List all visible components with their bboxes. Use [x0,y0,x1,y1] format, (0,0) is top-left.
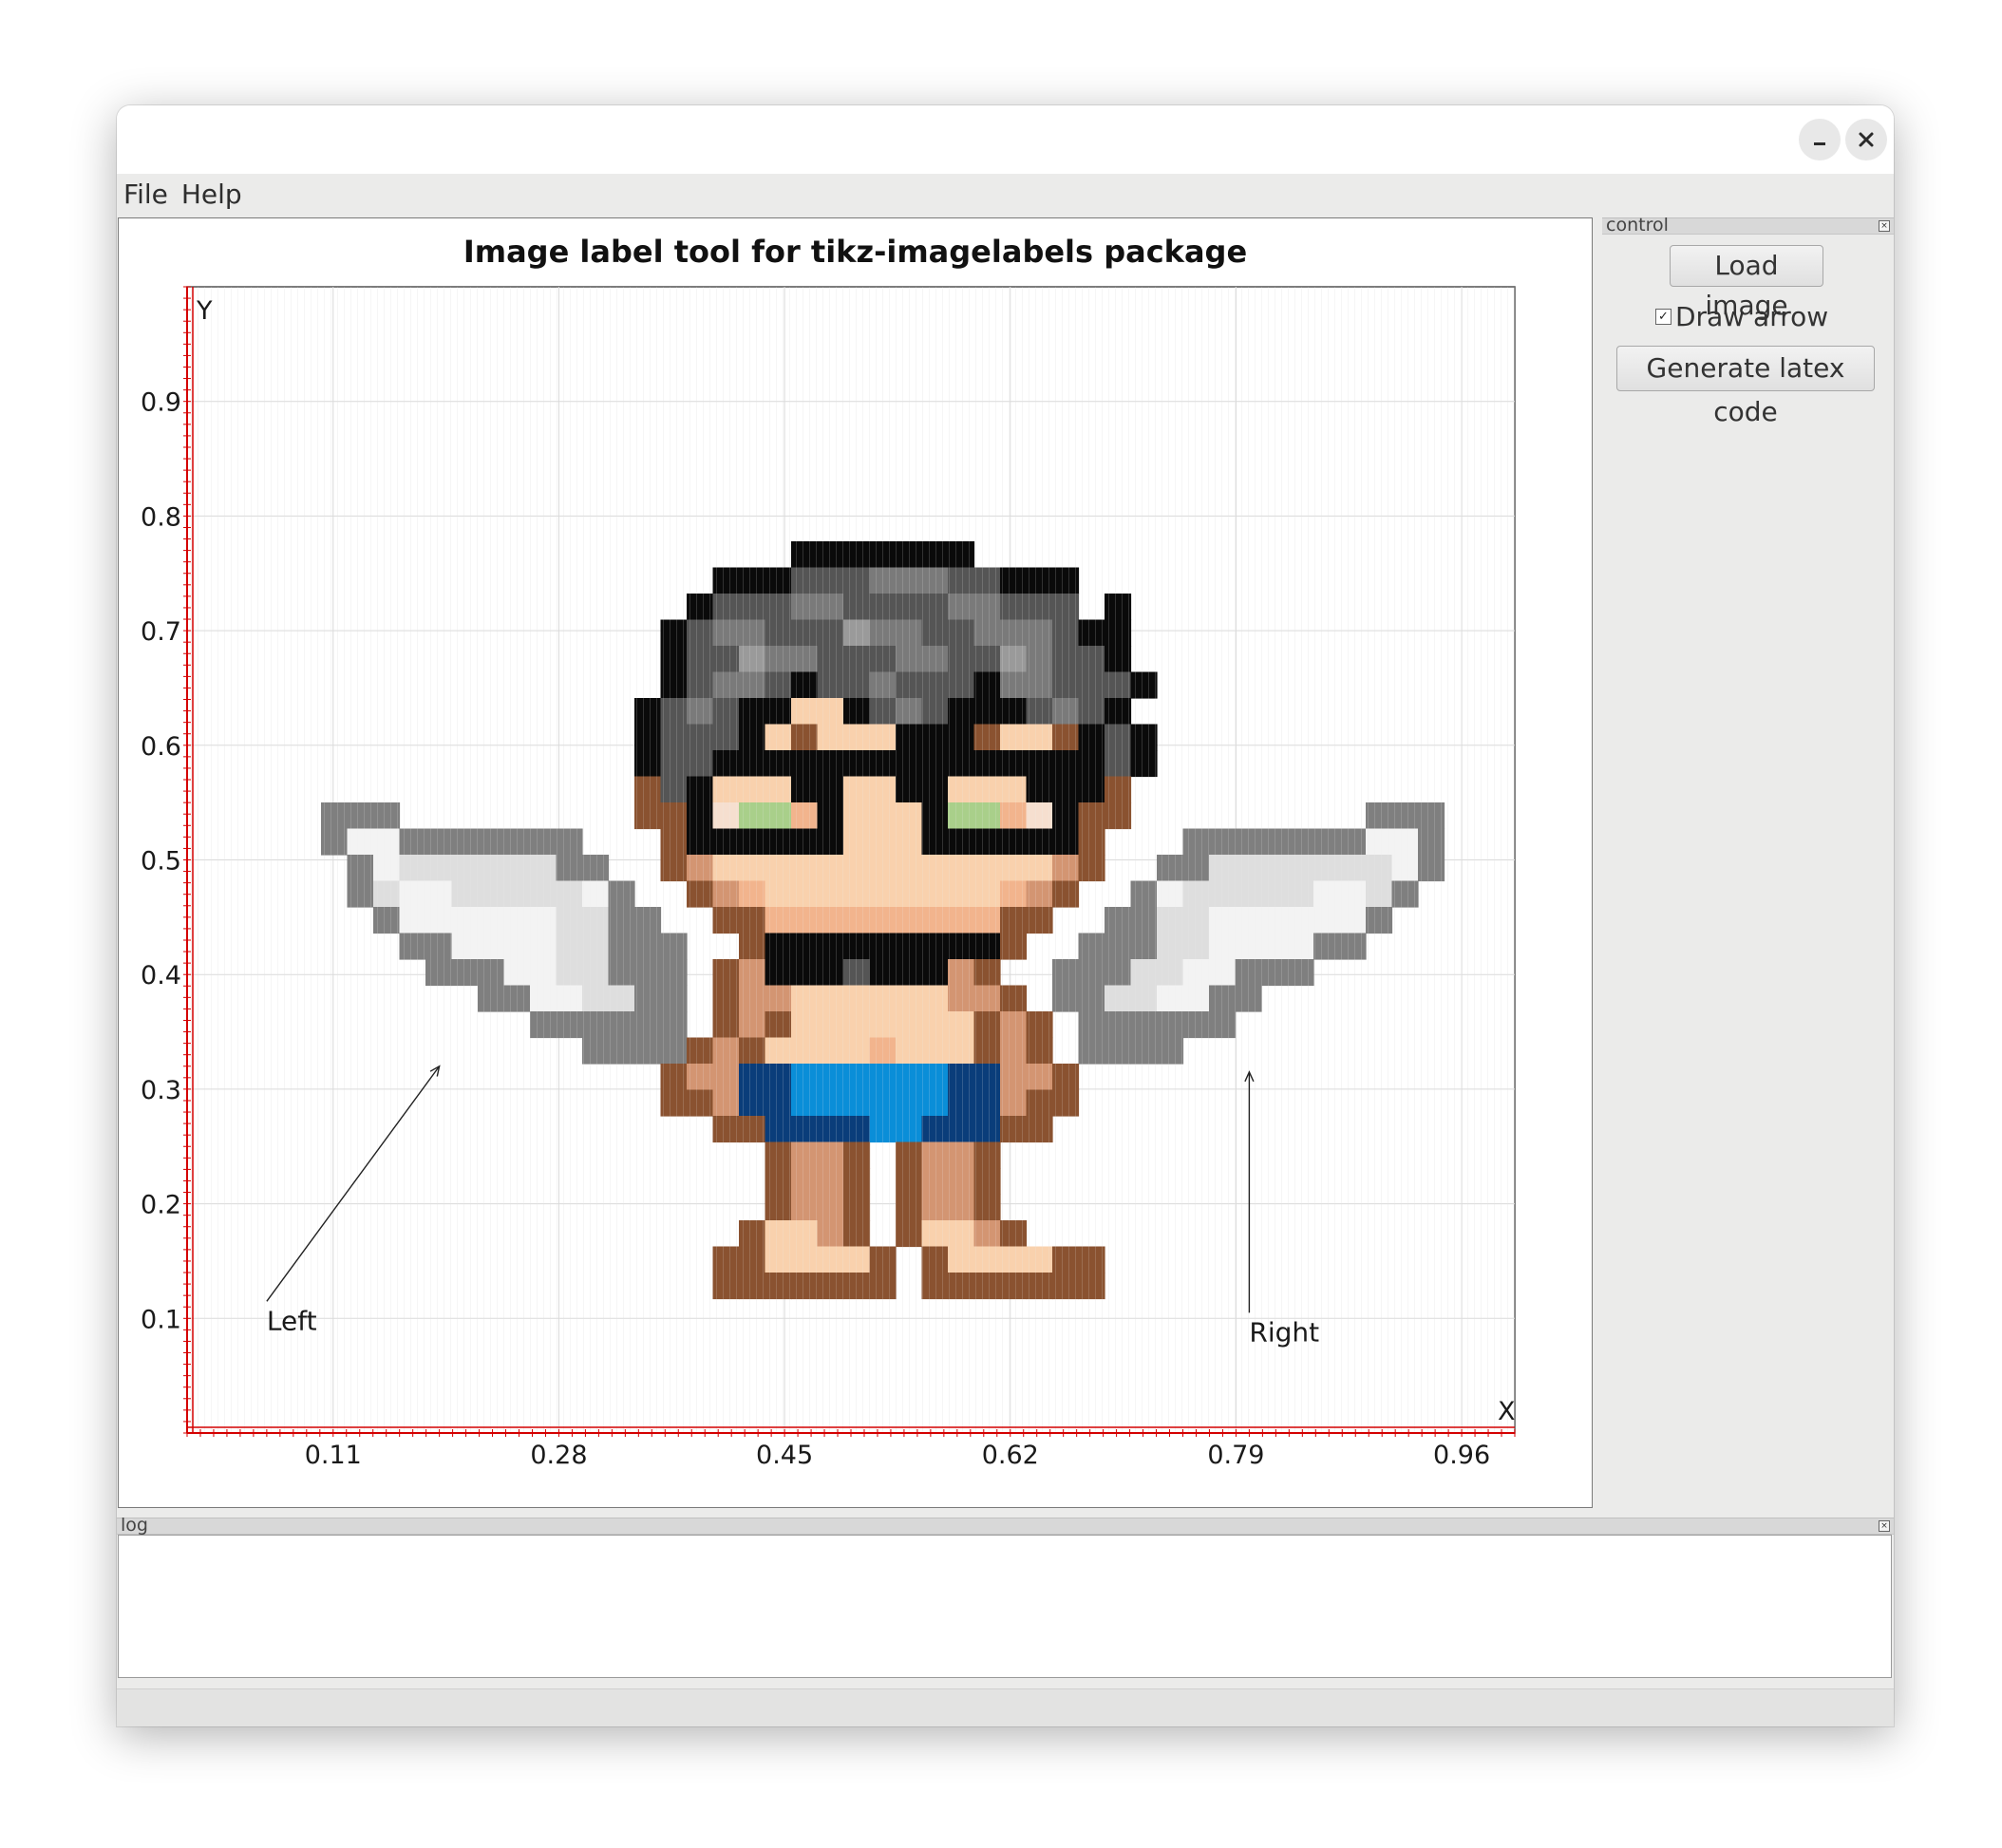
log-header: log × [117,1515,1894,1536]
y-tick-label: 0.4 [141,961,181,990]
status-bar [117,1688,1894,1726]
minimize-button[interactable] [1799,119,1841,160]
draw-arrow-label: Draw arrow [1675,301,1829,332]
y-tick-label: 0.5 [141,847,181,877]
y-tick-label: 0.7 [141,617,181,647]
x-tick-label: 0.11 [305,1441,362,1470]
y-tick-label: 0.8 [141,502,181,532]
draw-arrow-checkbox[interactable]: ✓ Draw arrow [1655,301,1828,332]
close-button[interactable] [1845,119,1887,160]
log-text-area[interactable] [118,1535,1892,1678]
plot-canvas[interactable]: 0.11 0.28 0.45 0.62 0.79 0.96 0.9 0.8 0.7 0.6 0.5 0… [119,218,1592,1507]
y-axis-label: Y [196,296,213,326]
x-axis-label: X [1498,1397,1516,1426]
y-tick-label: 0.9 [141,388,181,418]
x-tick-label: 0.45 [756,1441,813,1470]
control-header: control × [1602,215,1894,236]
checkbox-check-icon: ✓ [1655,309,1671,325]
plot-panel: 0.11 0.28 0.45 0.62 0.79 0.96 0.9 0.8 0.7 0.6 0.5 0… [118,217,1593,1508]
minimize-icon [1814,142,1825,145]
control-title: control [1606,215,1669,236]
annotation-label[interactable]: Left [267,1305,317,1336]
generate-latex-button[interactable]: Generate latex code [1616,346,1875,427]
x-tick-label: 0.62 [982,1441,1039,1470]
control-panel: control × Load image ✓ Draw arrow Genera… [1602,215,1894,1508]
x-tick-label: 0.28 [530,1441,587,1470]
x-tick-label: 0.79 [1207,1441,1264,1470]
close-icon [1859,132,1874,147]
y-tick-label: 0.3 [141,1076,181,1105]
menu-file[interactable]: File [117,174,175,216]
y-tick-label: 0.1 [141,1305,181,1334]
x-tick-label: 0.96 [1433,1441,1490,1470]
character-image [187,287,1515,1433]
application-window: File Help 0.11 0.28 0.45 0.62 0.79 0.96 0.9 0.8… [117,105,1894,1726]
y-tick-label: 0.2 [141,1191,181,1220]
log-close-icon[interactable]: × [1879,1520,1890,1532]
title-bar [117,105,1894,174]
annotation-label[interactable]: Right [1249,1316,1319,1348]
menu-bar: File Help [117,174,1894,216]
menu-help[interactable]: Help [175,174,249,216]
log-panel: log × [117,1515,1894,1679]
log-title: log [121,1515,148,1536]
load-image-button[interactable]: Load image [1670,245,1823,321]
control-close-icon[interactable]: × [1879,220,1890,232]
plot-title: Image label tool for tikz-imagelabels pa… [463,234,1248,270]
y-tick-label: 0.6 [141,732,181,762]
